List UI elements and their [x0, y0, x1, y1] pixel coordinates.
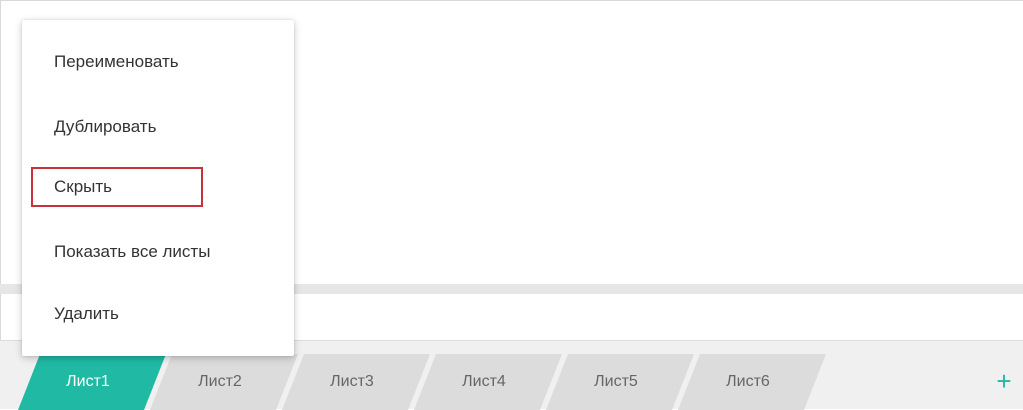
- menu-item-label: Дублировать: [54, 117, 157, 136]
- menu-item-label: Скрыть: [54, 177, 113, 196]
- tab-sheet-1[interactable]: Лист1: [18, 354, 166, 410]
- tab-label: Лист5: [594, 373, 638, 390]
- tab-label: Лист4: [462, 373, 506, 390]
- tab-label: Лист3: [330, 373, 374, 390]
- menu-item-duplicate[interactable]: Дублировать: [22, 107, 294, 147]
- tab-label: Лист6: [726, 373, 770, 390]
- menu-item-label: Показать все листы: [54, 242, 211, 261]
- tab-sheet-5[interactable]: Лист5: [546, 354, 694, 410]
- menu-item-label: Удалить: [54, 304, 119, 323]
- tab-sheet-3[interactable]: Лист3: [282, 354, 430, 410]
- plus-icon: +: [996, 365, 1012, 396]
- tab-sheet-4[interactable]: Лист4: [414, 354, 562, 410]
- menu-item-label: Переименовать: [54, 52, 179, 71]
- tab-label: Лист1: [66, 373, 110, 390]
- menu-item-rename[interactable]: Переименовать: [22, 42, 294, 82]
- tab-sheet-6[interactable]: Лист6: [678, 354, 826, 410]
- menu-item-delete[interactable]: Удалить: [22, 294, 294, 334]
- sheet-tabs: Лист1 Лист2 Лист3 Лист4 Лист5 Лист6: [0, 354, 1023, 410]
- menu-item-hide[interactable]: Скрыть: [22, 167, 294, 207]
- add-sheet-button[interactable]: +: [991, 366, 1017, 396]
- tab-label: Лист2: [198, 373, 242, 390]
- sheet-context-menu: Переименовать Дублировать Скрыть Показат…: [22, 20, 294, 356]
- tab-sheet-2[interactable]: Лист2: [150, 354, 298, 410]
- menu-item-show-all-sheets[interactable]: Показать все листы: [22, 232, 294, 272]
